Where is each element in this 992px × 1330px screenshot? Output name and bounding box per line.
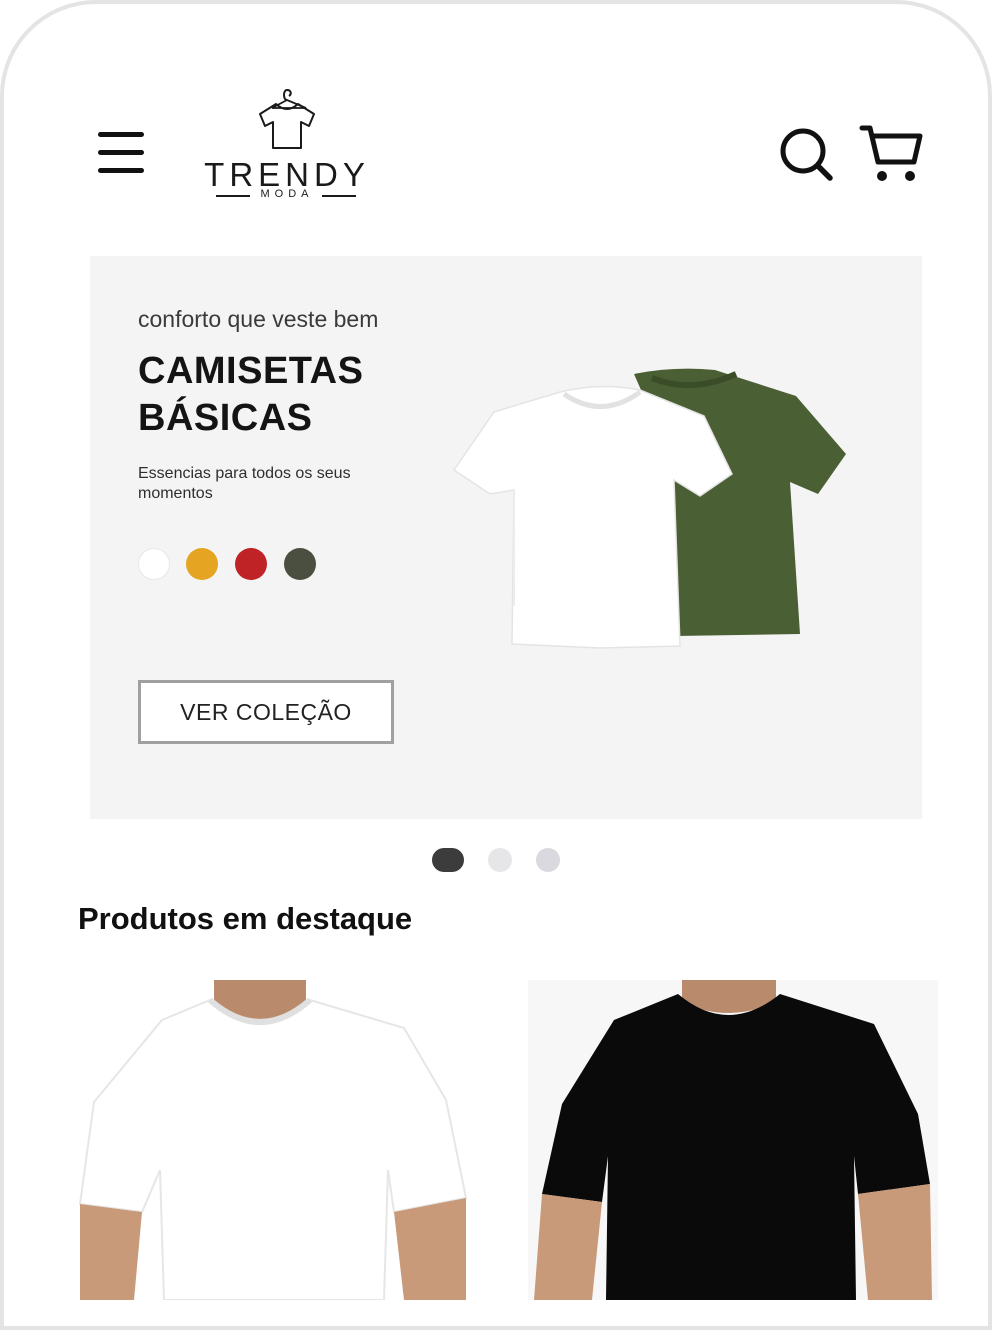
black-tshirt-photo xyxy=(528,980,938,1300)
hero-title-line: BÁSICAS xyxy=(138,397,313,439)
product-card-white-tshirt[interactable] xyxy=(74,980,484,1300)
brand-logo[interactable]: TRENDY MODA xyxy=(202,86,372,202)
cart-icon xyxy=(859,125,923,181)
hero-title-line: CAMISETAS xyxy=(138,350,364,392)
hanger-shirt-icon xyxy=(259,88,315,149)
carousel-dot-2[interactable] xyxy=(488,848,512,872)
color-swatch-white[interactable] xyxy=(138,548,170,580)
view-collection-button[interactable]: VER COLEÇÃO xyxy=(138,680,394,744)
color-swatch-red[interactable] xyxy=(235,548,267,580)
hamburger-icon-bar xyxy=(98,168,144,173)
color-swatch-olive[interactable] xyxy=(284,548,316,580)
logo-subtitle: MODA xyxy=(260,188,314,200)
carousel-dot-3[interactable] xyxy=(536,848,560,872)
hero-tagline: conforto que veste bem xyxy=(138,306,379,332)
search-icon xyxy=(780,128,833,181)
hero-tshirts-image xyxy=(452,368,846,649)
hero-banner[interactable]: conforto que veste bem CAMISETAS BÁSICAS… xyxy=(90,256,922,819)
white-tshirt-photo xyxy=(78,980,468,1300)
logo-divider xyxy=(322,195,356,197)
hamburger-icon-bar xyxy=(98,150,144,155)
cart-button[interactable] xyxy=(858,122,924,186)
hamburger-icon-bar xyxy=(98,132,144,137)
product-card-black-tshirt[interactable] xyxy=(528,980,938,1300)
search-button[interactable] xyxy=(776,124,836,184)
featured-section-title: Produtos em destaque xyxy=(78,901,413,936)
carousel-dot-1[interactable] xyxy=(432,848,464,872)
hero-description: Essencias para todos os seus momentos xyxy=(138,465,351,502)
hero-title: CAMISETAS BÁSICAS xyxy=(138,348,363,442)
menu-button[interactable] xyxy=(96,130,146,176)
phone-frame: TRENDY MODA conforto que veste bem CAMIS… xyxy=(0,0,992,1330)
color-swatch-yellow[interactable] xyxy=(186,548,218,580)
